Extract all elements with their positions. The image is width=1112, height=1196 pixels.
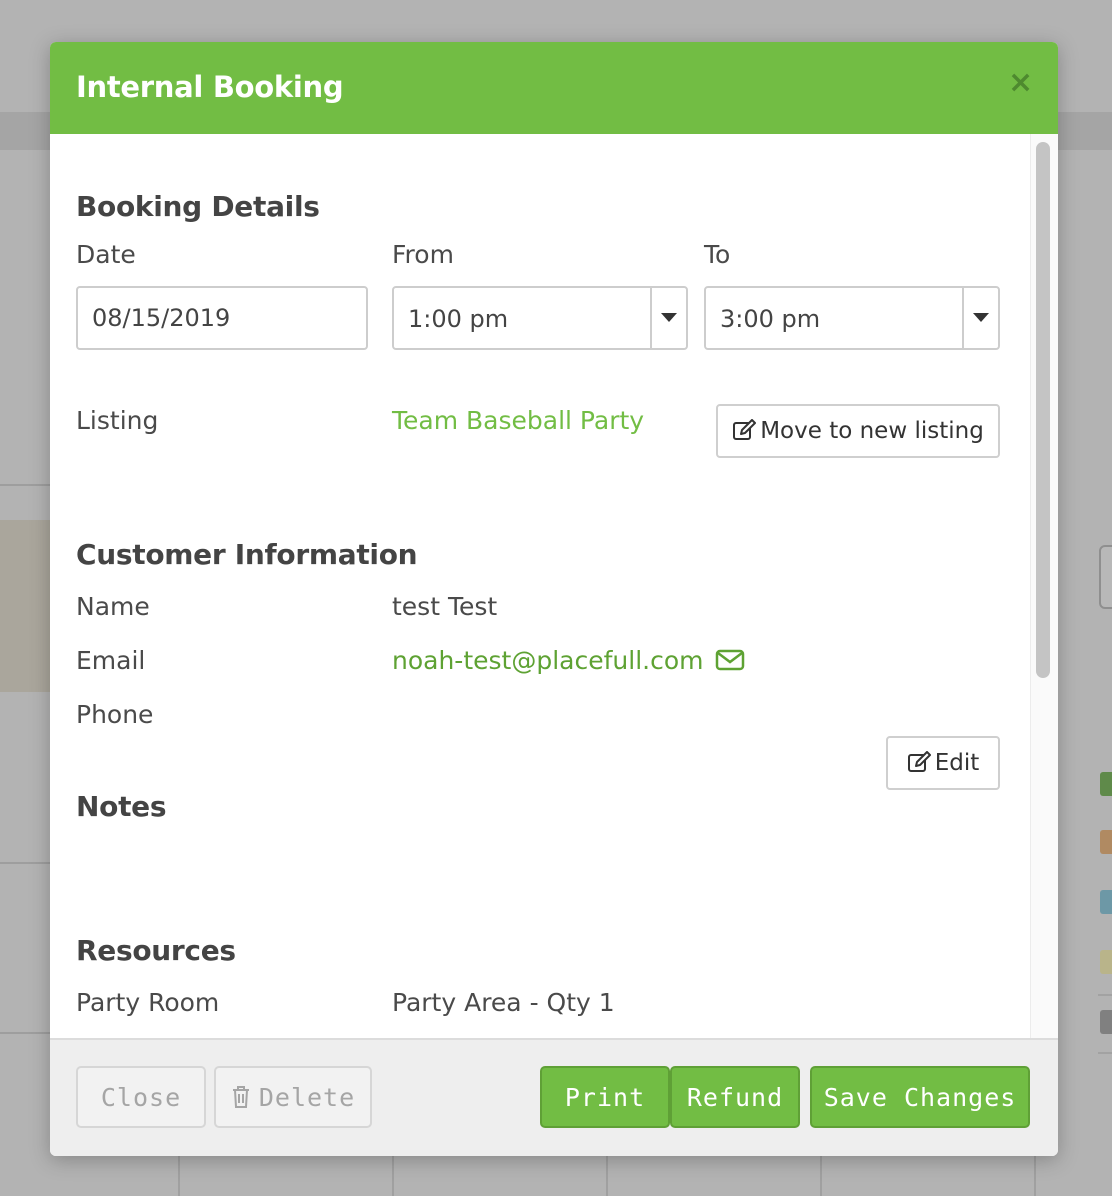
delete-button[interactable]: Delete [214, 1066, 372, 1128]
envelope-icon [716, 649, 745, 671]
from-label: From [392, 240, 454, 269]
modal-title: Internal Booking [76, 70, 344, 104]
name-value: test Test [392, 592, 498, 621]
booking-details-heading: Booking Details [76, 190, 320, 223]
date-input[interactable] [76, 286, 368, 350]
background-divider [0, 484, 52, 486]
background-swatch [1100, 1010, 1112, 1034]
background-swatch [1100, 772, 1112, 796]
background-calendar-event [0, 520, 52, 692]
email-value: noah-test@placefull.com [392, 646, 704, 675]
date-label: Date [76, 240, 136, 269]
modal-body: Booking Details Date From To 1:00 pm 3:0… [50, 134, 1038, 1038]
close-icon[interactable]: × [1008, 68, 1033, 98]
background-swatch [1100, 830, 1112, 854]
close-button-label: Close [100, 1082, 182, 1112]
move-to-new-listing-button[interactable]: Move to new listing [716, 404, 1000, 458]
notes-heading: Notes [76, 790, 167, 823]
background-swatch [1100, 950, 1112, 974]
close-button[interactable]: Close [76, 1066, 206, 1128]
background-divider [1098, 994, 1112, 996]
background-divider [0, 1032, 52, 1034]
listing-link[interactable]: Team Baseball Party [392, 406, 644, 435]
modal-footer: Close Delete Print Refund Save Changes [50, 1038, 1058, 1156]
delete-button-label: Delete [258, 1082, 356, 1112]
email-label: Email [76, 646, 146, 675]
background-divider [0, 862, 52, 864]
background-divider [178, 1156, 180, 1196]
background-divider [1034, 1156, 1036, 1196]
edit-icon [907, 751, 931, 772]
edit-notes-label: Edit [934, 750, 980, 776]
save-changes-label: Save Changes [823, 1082, 1017, 1112]
resource-value: Party Area - Qty 1 [392, 988, 615, 1017]
modal-header: Internal Booking × [50, 42, 1058, 134]
move-to-new-listing-label: Move to new listing [760, 418, 984, 444]
to-time-value: 3:00 pm [720, 305, 821, 333]
refund-button[interactable]: Refund [670, 1066, 800, 1128]
customer-information-heading: Customer Information [76, 538, 418, 571]
resource-label: Party Room [76, 988, 220, 1017]
from-time-value: 1:00 pm [408, 305, 509, 333]
internal-booking-modal: Internal Booking × Booking Details Date … [50, 42, 1058, 1156]
scrollbar-thumb[interactable] [1036, 142, 1050, 678]
background-select [1099, 545, 1112, 609]
save-changes-button[interactable]: Save Changes [810, 1066, 1030, 1128]
resources-heading: Resources [76, 934, 236, 967]
background-divider [820, 1156, 822, 1196]
background-divider [1098, 1052, 1112, 1054]
chevron-down-icon [962, 288, 998, 348]
chevron-down-icon [650, 288, 686, 348]
refund-button-label: Refund [686, 1082, 784, 1112]
listing-label: Listing [76, 406, 159, 435]
name-label: Name [76, 592, 150, 621]
edit-icon [733, 419, 757, 440]
phone-label: Phone [76, 700, 154, 729]
print-button[interactable]: Print [540, 1066, 670, 1128]
print-button-label: Print [564, 1082, 646, 1112]
from-time-select[interactable]: 1:00 pm [392, 286, 688, 350]
to-label: To [704, 240, 731, 269]
edit-notes-button[interactable]: Edit [886, 736, 1000, 790]
email-link[interactable]: noah-test@placefull.com [392, 646, 745, 675]
background-swatch [1100, 890, 1112, 914]
background-divider [392, 1156, 394, 1196]
trash-icon [232, 1086, 249, 1108]
to-time-select[interactable]: 3:00 pm [704, 286, 1000, 350]
background-divider [606, 1156, 608, 1196]
